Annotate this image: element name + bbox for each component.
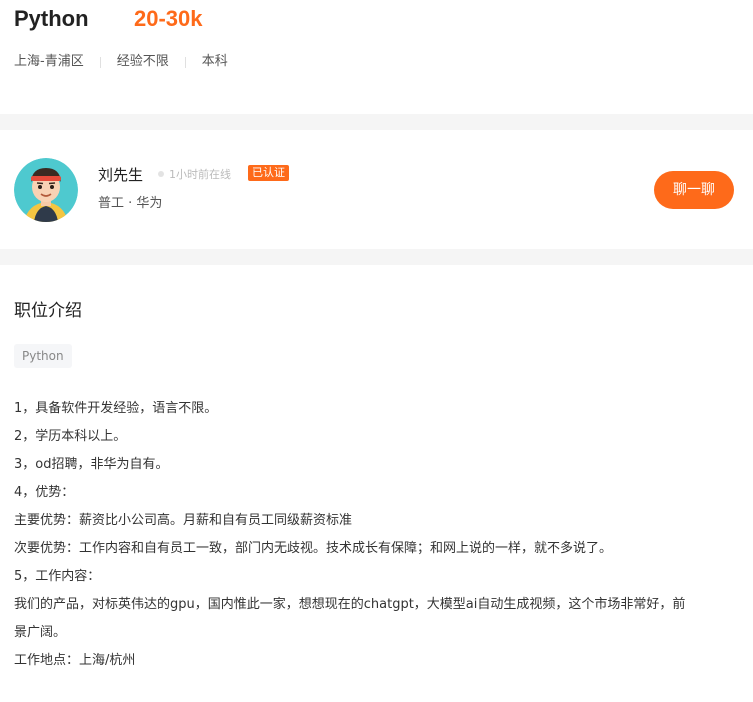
avatar[interactable] [14,158,78,222]
description-line: 5，工作内容： [14,569,101,584]
section-title: 职位介绍 [14,301,82,321]
job-education: 本科 [201,54,228,69]
job-salary: 20-30k [134,6,203,31]
skill-tag: Python [14,344,72,368]
online-status-text: 1小时前在线 [169,168,231,181]
description-line: 主要优势：薪资比小公司高。月薪和自有员工同级薪资标准 [14,513,353,528]
meta-divider [99,56,101,68]
job-experience: 经验不限 [116,54,169,69]
online-status: 1小时前在线 [158,166,231,182]
section-divider [0,114,753,130]
recruiter-name: 刘先生 [98,166,144,184]
recruiter-card: 刘先生 1小时前在线 已认证 普工 · 华为 聊一聊 [0,130,753,249]
cartoon-man-avatar-icon [14,158,78,222]
description-line: 2，学历本科以上。 [14,429,127,444]
description-line: 我们的产品，对标英伟达的gpu，国内惟此一家，想想现在的chatgpt，大模型a… [14,597,686,612]
description-line: 工作地点：上海/杭州 [14,653,136,668]
description-text: 1，具备软件开发经验，语言不限。 2，学历本科以上。 3，od招聘，非华为自有。… [14,395,734,675]
description-line: 次要优势：工作内容和自有员工一致，部门内无歧视。技术成长有保障；和网上说的一样，… [14,541,613,556]
job-header: Python 20-30k 上海-青浦区 经验不限 本科 [0,0,753,114]
description-line: 4，优势： [14,485,75,500]
section-divider [0,249,753,265]
meta-divider [184,56,186,68]
description-line: 3，od招聘，非华为自有。 [14,457,169,472]
verified-badge: 已认证 [248,165,289,181]
chat-button[interactable]: 聊一聊 [654,171,734,209]
recruiter-company: 普工 · 华为 [98,196,163,211]
status-dot-icon [158,171,164,177]
job-title: Python [14,6,89,31]
description-line: 景广阔。 [14,625,67,640]
description-line: 1，具备软件开发经验，语言不限。 [14,401,218,416]
job-description: 职位介绍 Python 1，具备软件开发经验，语言不限。 2，学历本科以上。 3… [0,265,753,702]
job-location: 上海-青浦区 [14,54,84,69]
job-meta: 上海-青浦区 经验不限 本科 [14,53,228,71]
